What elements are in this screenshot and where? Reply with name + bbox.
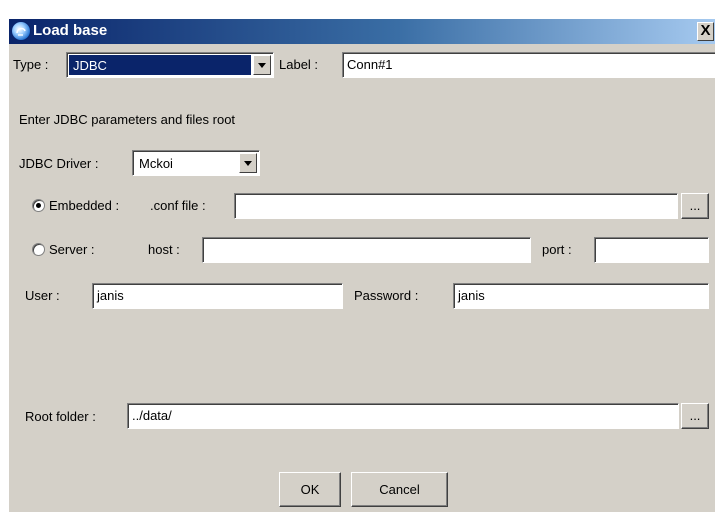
host-input[interactable] [202, 237, 531, 263]
cancel-button[interactable]: Cancel [351, 472, 448, 507]
root-folder-label: Root folder : [25, 409, 96, 424]
close-button[interactable]: X [697, 22, 714, 41]
window-title: Load base [33, 22, 108, 39]
user-label: User : [25, 288, 60, 303]
ok-button[interactable]: OK [279, 472, 341, 507]
chevron-down-icon[interactable] [239, 153, 257, 173]
jdbc-driver-select[interactable]: Mckoi [132, 150, 260, 176]
label-label: Label : [279, 57, 319, 72]
jdbc-driver-label: JDBC Driver : [19, 156, 99, 171]
type-select-value: JDBC [69, 55, 251, 75]
type-label: Type : [13, 57, 49, 72]
host-label: host : [148, 242, 180, 257]
server-radio[interactable] [32, 243, 45, 256]
root-folder-input[interactable]: ../data/ [127, 403, 679, 429]
jdbc-driver-value: Mckoi [139, 156, 173, 171]
port-input[interactable] [594, 237, 709, 263]
app-icon [11, 21, 31, 41]
root-folder-browse-button[interactable]: ... [681, 403, 709, 429]
load-base-dialog: Load base X Type : JDBC Label : Conn#1 E… [8, 18, 715, 512]
type-select[interactable]: JDBC [66, 52, 274, 78]
instructions-text: Enter JDBC parameters and files root [19, 112, 236, 127]
conf-file-input[interactable] [234, 193, 678, 219]
conf-file-browse-button[interactable]: ... [681, 193, 709, 219]
title-bar[interactable]: Load base X [9, 19, 715, 44]
embedded-radio[interactable] [32, 199, 45, 212]
password-input[interactable]: janis [453, 283, 709, 309]
embedded-label[interactable]: Embedded : [49, 198, 119, 213]
port-label: port : [542, 242, 572, 257]
conf-file-label: .conf file : [150, 198, 206, 213]
label-input[interactable]: Conn#1 [342, 52, 715, 78]
user-input[interactable]: janis [92, 283, 343, 309]
chevron-down-icon[interactable] [253, 55, 271, 75]
password-label: Password : [354, 288, 419, 303]
server-label[interactable]: Server : [49, 242, 95, 257]
